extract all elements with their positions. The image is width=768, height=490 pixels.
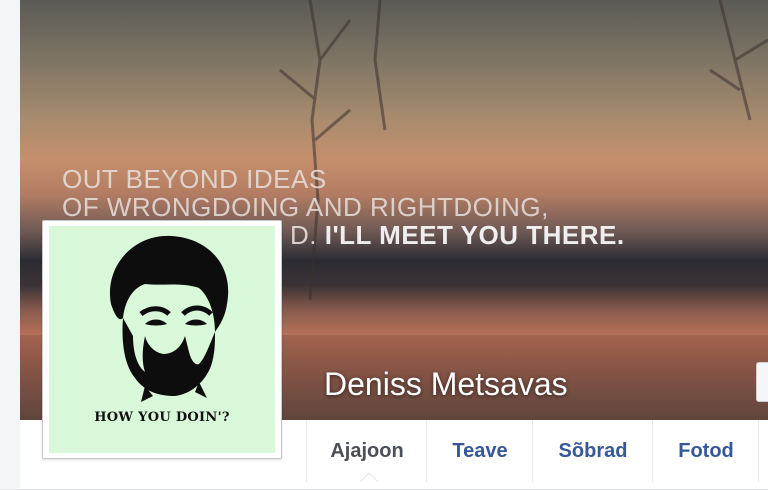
cover-quote-line-1: OUT BEYOND IDEAS: [62, 164, 327, 194]
cover-action-button[interactable]: [756, 362, 768, 402]
tab-friends[interactable]: Sõbrad: [532, 420, 653, 482]
profile-name[interactable]: Deniss Metsavas: [324, 366, 568, 403]
tab-more[interactable]: [758, 420, 768, 482]
avatar-caption: HOW YOU DOIN'?: [94, 410, 230, 425]
left-gutter: [0, 0, 20, 489]
profile-picture[interactable]: HOW YOU DOIN'?: [49, 226, 275, 453]
cover-quote-bold: I'LL MEET YOU THERE.: [324, 220, 625, 250]
cover-quote-faded: D.: [290, 220, 317, 250]
tab-photos[interactable]: Fotod: [652, 420, 759, 482]
profile-picture-frame[interactable]: HOW YOU DOIN'?: [42, 220, 282, 459]
tab-about[interactable]: Teave: [426, 420, 533, 482]
active-tab-caret-inner: [361, 474, 377, 482]
cover-quote-line-2: OF WRONGDOING AND RIGHTDOING,: [62, 192, 549, 222]
